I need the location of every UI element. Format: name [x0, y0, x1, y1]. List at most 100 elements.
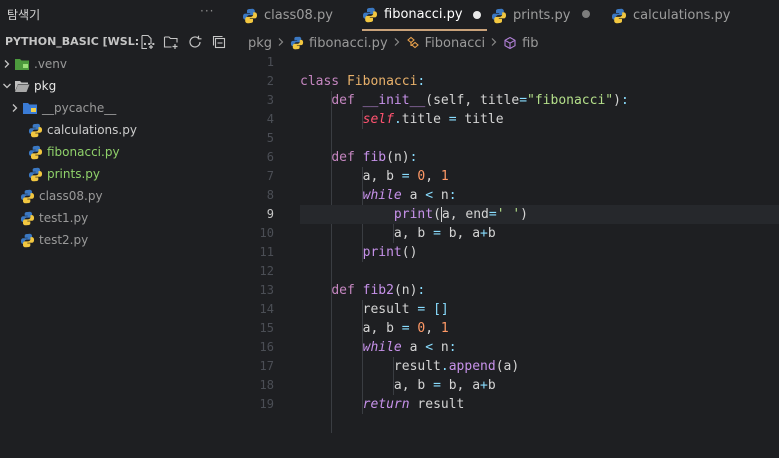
- line-number: 1: [266, 55, 274, 69]
- line-number: 16: [259, 340, 274, 354]
- breadcrumb-folder[interactable]: pkg: [248, 36, 272, 51]
- pycache-folder-icon: [22, 100, 38, 116]
- explorer-sidebar: 탐색기 ··· PYTHON_BASIC [WSL: ... .venv pkg…: [0, 0, 230, 458]
- workspace-section-header[interactable]: PYTHON_BASIC [WSL: ...: [0, 31, 230, 53]
- code-line[interactable]: [300, 129, 779, 148]
- line-number: 8: [266, 188, 274, 202]
- tab-label: fibonacci.py: [384, 7, 463, 22]
- line-number-gutter: 1 2 3 4 5 6 7 8 9 10 11 12 13 14 15 16 1…: [230, 53, 274, 414]
- chevron-right-icon: [490, 37, 498, 50]
- tab-label: class08.py: [264, 8, 333, 23]
- tree-item-test2[interactable]: test2.py: [0, 229, 230, 251]
- line-number: 17: [259, 359, 274, 373]
- refresh-icon[interactable]: [186, 33, 204, 51]
- line-number: 19: [259, 397, 274, 411]
- tree-item-venv[interactable]: .venv: [0, 53, 230, 75]
- tree-item-class08[interactable]: class08.py: [0, 185, 230, 207]
- code-line[interactable]: print(): [300, 243, 779, 262]
- more-actions-icon[interactable]: ···: [200, 4, 214, 18]
- python-file-icon: [290, 36, 304, 50]
- code-line[interactable]: while a < n:: [300, 186, 779, 205]
- tab-label: prints.py: [513, 8, 571, 23]
- tree-item-label: prints.py: [47, 167, 100, 181]
- tree-item-label: test1.py: [39, 211, 89, 225]
- line-number: 18: [259, 378, 274, 392]
- code-line[interactable]: while a < n:: [300, 338, 779, 357]
- chevron-down-icon: [0, 81, 14, 91]
- code-line[interactable]: def fib(n):: [300, 148, 779, 167]
- python-file-icon: [27, 122, 43, 138]
- open-folder-icon: [14, 78, 30, 94]
- breadcrumb-class[interactable]: Fibonacci: [425, 36, 485, 51]
- code-line[interactable]: [300, 53, 779, 72]
- python-file-icon: [611, 8, 627, 24]
- tree-item-test1[interactable]: test1.py: [0, 207, 230, 229]
- tab-prints[interactable]: prints.py: [491, 0, 570, 31]
- python-file-icon: [362, 7, 378, 23]
- tree-item-calculations[interactable]: calculations.py: [0, 119, 230, 141]
- tree-item-pycache[interactable]: __pycache__: [0, 97, 230, 119]
- tree-item-pkg[interactable]: pkg: [0, 75, 230, 97]
- chevron-right-icon: [393, 37, 401, 50]
- line-number: 12: [259, 264, 274, 278]
- tab-fibonacci[interactable]: fibonacci.py: [362, 0, 487, 31]
- chevron-right-icon: [0, 59, 14, 69]
- code-line[interactable]: def __init__(self, title="fibonacci"):: [300, 91, 779, 110]
- explorer-title: 탐색기: [7, 8, 41, 22]
- line-number: 11: [259, 245, 274, 259]
- editor-tab-bar: class08.py fibonacci.py prints.py calcul…: [230, 0, 779, 31]
- code-line[interactable]: return result: [300, 395, 779, 414]
- tree-item-label: pkg: [34, 79, 57, 93]
- line-number: 4: [266, 112, 274, 126]
- tab-class08[interactable]: class08.py: [242, 0, 333, 31]
- code-line[interactable]: class Fibonacci:: [300, 72, 779, 91]
- line-number: 13: [259, 283, 274, 297]
- python-file-icon: [27, 144, 43, 160]
- python-file-icon: [19, 188, 35, 204]
- line-number: 7: [266, 169, 274, 183]
- tab-label: calculations.py: [633, 8, 731, 23]
- tree-item-label: class08.py: [39, 189, 103, 203]
- breadcrumb-method[interactable]: fib: [522, 36, 538, 51]
- class-symbol-icon: [406, 36, 420, 50]
- python-file-icon: [27, 166, 43, 182]
- python-file-icon: [19, 232, 35, 248]
- tree-item-label: __pycache__: [42, 101, 117, 115]
- code-line[interactable]: a, b = 0, 1: [300, 167, 779, 186]
- code-line[interactable]: def fib2(n):: [300, 281, 779, 300]
- unsaved-dot-icon[interactable]: [472, 10, 481, 19]
- line-number: 10: [259, 226, 274, 240]
- method-symbol-icon: [503, 36, 517, 50]
- file-tree: .venv pkg __pycache__ calculations.py fi…: [0, 53, 230, 251]
- breadcrumb-file[interactable]: fibonacci.py: [309, 36, 388, 51]
- code-editor[interactable]: 1 2 3 4 5 6 7 8 9 10 11 12 13 14 15 16 1…: [230, 53, 779, 458]
- line-number: 6: [266, 150, 274, 164]
- tree-item-fibonacci[interactable]: fibonacci.py: [0, 141, 230, 163]
- workspace-name: PYTHON_BASIC [WSL: ...: [5, 35, 156, 48]
- line-number: 14: [259, 302, 274, 316]
- tab-calculations[interactable]: calculations.py: [611, 0, 730, 31]
- code-line[interactable]: a, b = 0, 1: [300, 319, 779, 338]
- tree-item-prints[interactable]: prints.py: [0, 163, 230, 185]
- code-line[interactable]: a, b = b, a+b: [300, 224, 779, 243]
- tree-item-label: fibonacci.py: [47, 145, 120, 159]
- new-folder-icon[interactable]: [162, 33, 180, 51]
- python-file-icon: [491, 8, 507, 24]
- python-file-icon: [19, 210, 35, 226]
- tree-item-label: test2.py: [39, 233, 89, 247]
- collapse-all-icon[interactable]: [210, 33, 228, 51]
- code-line[interactable]: a, b = b, a+b: [300, 376, 779, 395]
- tree-item-label: calculations.py: [47, 123, 137, 137]
- explorer-actions: [138, 33, 228, 51]
- chevron-right-icon: [8, 103, 22, 113]
- code-line[interactable]: result.append(a): [300, 357, 779, 376]
- code-line[interactable]: self.title = title: [300, 110, 779, 129]
- venv-folder-icon: [14, 56, 30, 72]
- code-line-current[interactable]: print(a, end=' '): [300, 205, 779, 224]
- code-line[interactable]: [300, 262, 779, 281]
- unsaved-dot-icon[interactable]: [582, 10, 590, 18]
- line-number: 2: [266, 74, 274, 88]
- code-line[interactable]: result = []: [300, 300, 779, 319]
- new-file-icon[interactable]: [138, 33, 156, 51]
- code-lines: class Fibonacci: def __init__(self, titl…: [300, 53, 779, 433]
